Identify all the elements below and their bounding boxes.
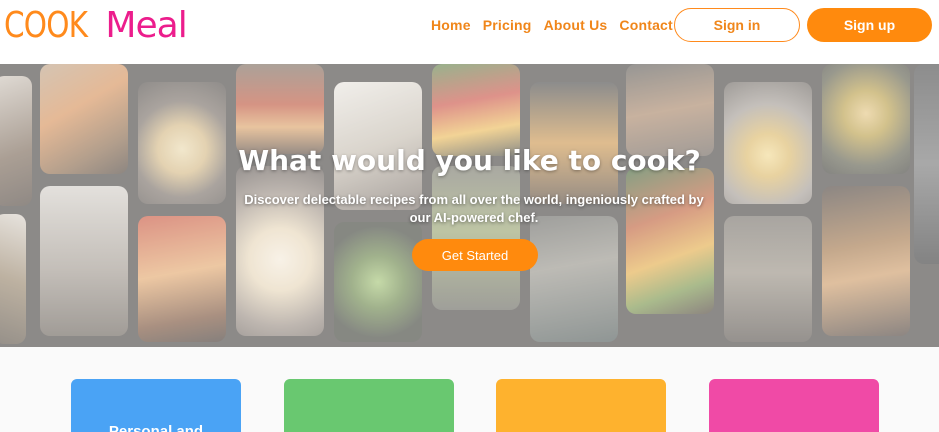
- hero-section: What would you like to cook? Discover de…: [0, 64, 939, 347]
- nav-link-contact[interactable]: Contact: [619, 16, 673, 34]
- hero-subtitle: Discover delectable recipes from all ove…: [244, 192, 704, 225]
- logo[interactable]: COOK Meal: [4, 5, 188, 46]
- feature-card[interactable]: [496, 379, 666, 432]
- feature-card[interactable]: [709, 379, 879, 432]
- feature-card[interactable]: [284, 379, 454, 432]
- feature-card[interactable]: Personal and: [71, 379, 241, 432]
- feature-card-title: Personal and: [108, 423, 204, 432]
- logo-part-meal: Meal: [105, 5, 187, 46]
- get-started-button[interactable]: Get Started: [412, 239, 538, 271]
- nav-links: Home Pricing About Us Contact: [431, 16, 685, 34]
- sign-up-button[interactable]: Sign up: [807, 8, 932, 42]
- hero-title: What would you like to cook?: [238, 144, 701, 177]
- sign-in-button[interactable]: Sign in: [674, 8, 800, 42]
- nav-link-pricing[interactable]: Pricing: [483, 16, 532, 34]
- nav-link-about-us[interactable]: About Us: [544, 16, 608, 34]
- logo-part-cook: COOK: [4, 5, 88, 46]
- nav-link-home[interactable]: Home: [431, 16, 471, 34]
- navbar: COOK Meal Home Pricing About Us Contact S…: [0, 0, 939, 64]
